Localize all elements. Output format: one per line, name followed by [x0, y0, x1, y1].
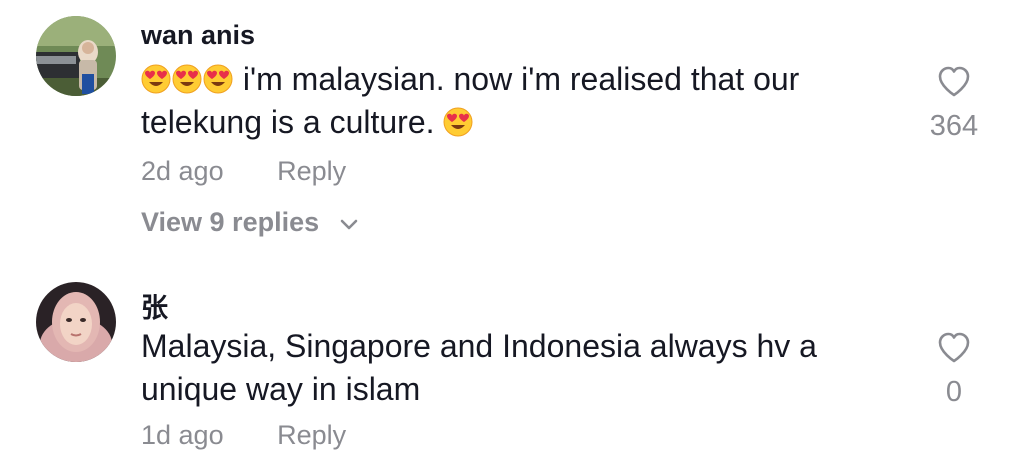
avatar[interactable]: [36, 282, 116, 362]
avatar[interactable]: [36, 16, 116, 96]
heart-outline-icon[interactable]: [936, 64, 972, 100]
reply-button[interactable]: Reply: [277, 156, 346, 187]
avatar-photo: [36, 282, 116, 362]
heart-eyes-emoji-icon: [443, 104, 474, 140]
heart-outline-icon[interactable]: [936, 330, 972, 366]
avatar-photo: [36, 16, 116, 96]
like-count: 364: [929, 110, 979, 142]
username[interactable]: wan anis: [141, 20, 255, 51]
heart-eyes-emoji-icon: [141, 61, 172, 97]
comment-text: Malaysia, Singapore and Indonesia always…: [141, 325, 861, 411]
view-replies-button[interactable]: View 9 replies: [141, 207, 359, 238]
like-control: 364: [914, 64, 994, 143]
comments-list: wan anis i'm malaysian. now i'm realised…: [0, 0, 1016, 460]
heart-eyes-emoji-icon: [172, 61, 203, 97]
like-count: 0: [945, 376, 963, 408]
comment-text: i'm malaysian. now i'm realised that our…: [141, 58, 861, 144]
heart-eyes-emoji-icon: [203, 61, 234, 97]
comment-item: 张 Malaysia, Singapore and Indonesia alwa…: [0, 262, 1016, 460]
comment-item: wan anis i'm malaysian. now i'm realised…: [0, 0, 1016, 262]
like-control: 0: [914, 330, 994, 409]
chevron-down-icon: [340, 219, 357, 230]
comment-body: Malaysia, Singapore and Indonesia always…: [141, 328, 817, 407]
timestamp: 1d ago: [141, 420, 224, 450]
username[interactable]: 张: [141, 286, 168, 325]
reply-button[interactable]: Reply: [277, 420, 346, 451]
comment-meta: 2d ago Reply: [141, 156, 346, 187]
view-replies-label: View 9 replies: [141, 207, 320, 237]
comment-meta: 1d ago Reply: [141, 420, 346, 451]
timestamp: 2d ago: [141, 156, 224, 186]
